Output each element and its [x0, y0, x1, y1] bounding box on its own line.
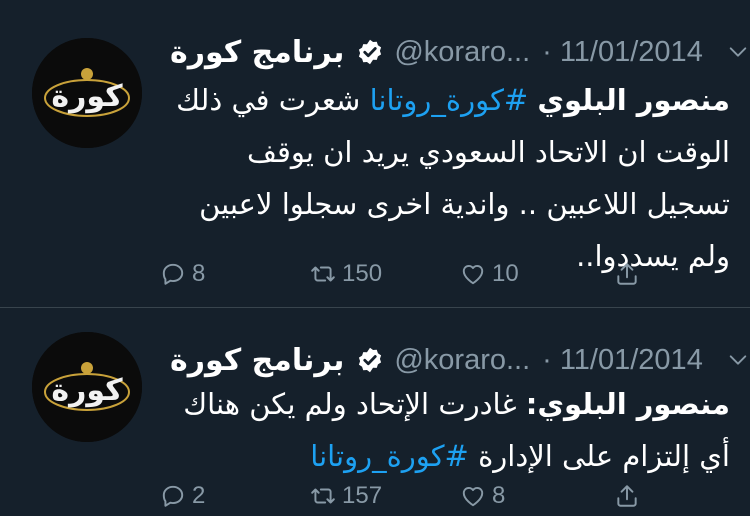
- reply-count: 8: [192, 260, 206, 287]
- chevron-down-icon: [729, 355, 747, 365]
- retweet-button[interactable]: 157: [310, 476, 430, 516]
- like-count: 10: [492, 260, 519, 287]
- reply-count: 2: [192, 482, 206, 509]
- tweet-card[interactable]: كورة برنامج كورة @koraro... · 11/01/2014…: [0, 308, 750, 512]
- like-button[interactable]: 8: [460, 476, 580, 516]
- tweet-actions: 8 150 10: [160, 254, 640, 294]
- retweet-button[interactable]: 150: [310, 254, 430, 294]
- avatar-logo-image: كورة: [32, 332, 142, 442]
- tweet-text: منصور البلوي: غادرت الإتحاد ولم يكن هناك…: [162, 378, 730, 482]
- handle[interactable]: @koraro...: [394, 344, 530, 377]
- tweet-date[interactable]: 11/01/2014: [560, 36, 703, 69]
- retweet-count: 157: [342, 482, 383, 509]
- retweet-icon: [311, 266, 335, 282]
- hashtag-link[interactable]: #كورة_روتانا: [370, 83, 529, 117]
- share-icon: [617, 263, 637, 285]
- verified-badge-icon: [359, 39, 382, 65]
- tweet-date[interactable]: 11/01/2014: [560, 344, 703, 377]
- svg-text:كورة: كورة: [51, 79, 123, 114]
- tweet-actions: 2 157 8: [160, 476, 640, 516]
- display-name[interactable]: برنامج كورة: [170, 35, 344, 70]
- separator: ·: [542, 35, 552, 68]
- tweet-header: برنامج كورة @koraro... · 11/01/2014: [160, 340, 747, 380]
- separator: ·: [542, 343, 552, 376]
- tweet-mention: منصور البلوي:: [525, 387, 730, 421]
- chevron-down-icon: [729, 47, 747, 57]
- retweet-icon: [311, 488, 335, 504]
- tweet-mention: منصور البلوي: [537, 83, 730, 117]
- reply-button[interactable]: 2: [160, 476, 280, 516]
- verified-badge-icon: [359, 347, 382, 373]
- heart-icon: [462, 487, 484, 507]
- tweet-card[interactable]: كورة برنامج كورة @koraro... · 11/01/2014…: [0, 0, 750, 308]
- more-menu-button[interactable]: [727, 349, 749, 371]
- share-icon: [617, 485, 637, 507]
- reply-icon: [162, 485, 184, 507]
- avatar[interactable]: كورة: [32, 332, 142, 442]
- reply-icon: [162, 263, 184, 285]
- avatar-logo-image: كورة: [32, 38, 142, 148]
- reply-button[interactable]: 8: [160, 254, 280, 294]
- like-count: 8: [492, 482, 506, 509]
- svg-text:كورة: كورة: [51, 373, 123, 408]
- avatar[interactable]: كورة: [32, 38, 142, 148]
- share-button[interactable]: [610, 476, 640, 516]
- display-name[interactable]: برنامج كورة: [170, 343, 344, 378]
- like-button[interactable]: 10: [460, 254, 580, 294]
- hashtag-link[interactable]: #كورة_روتانا: [310, 439, 469, 473]
- tweet-text: منصور البلوي #كورة_روتانا شعرت في ذلك ال…: [162, 74, 730, 282]
- retweet-count: 150: [342, 260, 383, 287]
- share-button[interactable]: [610, 254, 640, 294]
- tweet-header: برنامج كورة @koraro... · 11/01/2014: [160, 32, 747, 72]
- handle[interactable]: @koraro...: [394, 36, 530, 69]
- more-menu-button[interactable]: [727, 41, 749, 63]
- heart-icon: [462, 265, 484, 285]
